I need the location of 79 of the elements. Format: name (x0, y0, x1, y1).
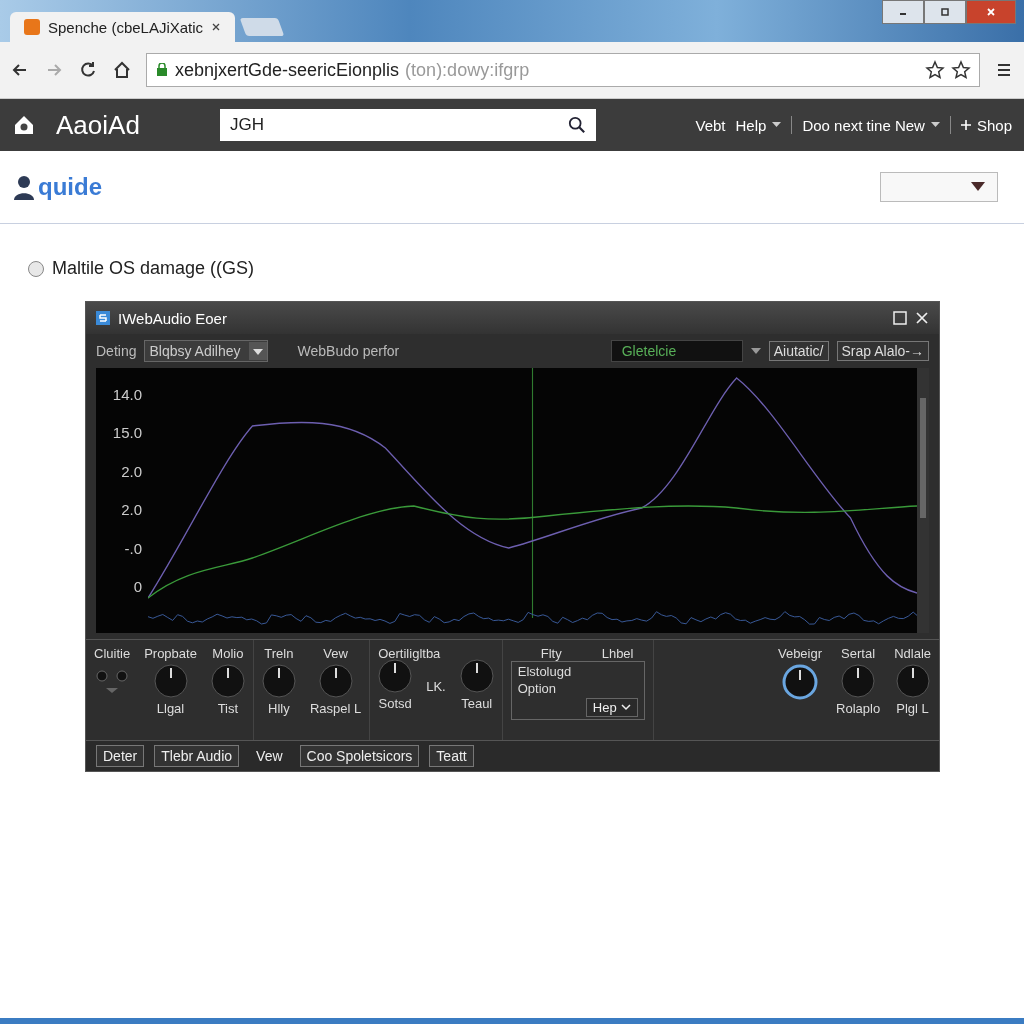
toolbar-button[interactable]: Srap Alalo-→ (836, 341, 929, 361)
preset-select[interactable]: Blqbsy Adilhey (144, 340, 268, 362)
search-field[interactable]: JGH (220, 109, 596, 141)
minimize-button[interactable] (882, 0, 924, 24)
knob-value: Raspel L (309, 701, 362, 716)
site-logo[interactable]: AaoiAd (56, 109, 206, 141)
radio-label: Maltile OS damage ((GS) (52, 258, 255, 279)
knob-value: Tist (217, 701, 239, 716)
help-button[interactable]: Hep (585, 698, 638, 717)
knob-value: Llgal (156, 701, 185, 716)
nav-label: Shop (976, 116, 1012, 134)
tab-title: Spenche (cbeLAJiXatic (48, 18, 204, 36)
reload-icon[interactable] (78, 60, 98, 80)
favicon-icon (24, 19, 40, 35)
axis-label: 0 (133, 577, 142, 595)
site-logo[interactable]: quide (38, 173, 102, 201)
knob-label: Sertal (841, 646, 876, 661)
knob-value: Hlly (268, 701, 290, 716)
home-icon[interactable] (112, 60, 132, 80)
close-button[interactable] (966, 0, 1016, 24)
caret-icon[interactable] (750, 347, 761, 355)
star-icon[interactable] (925, 60, 945, 80)
tab[interactable]: Coo Spoletsicors (299, 745, 420, 767)
nav-link[interactable]: Help (735, 116, 782, 134)
knob-label: LK. (426, 679, 446, 694)
knob-label: Vebeigr (777, 646, 823, 661)
search-icon[interactable] (568, 116, 586, 134)
address-bar[interactable]: xebnjxertGde-seericEionplis (ton):dowy:ifgrp (146, 53, 980, 87)
knob-value: Teaul (461, 696, 493, 711)
close-icon (986, 7, 996, 17)
panel-label: Flty (540, 646, 562, 661)
close-icon[interactable] (915, 311, 929, 325)
nav-link[interactable]: Shop (960, 116, 1012, 134)
caret-icon (971, 182, 985, 192)
tab[interactable]: Tlebr Audio (154, 745, 240, 767)
option-item[interactable]: Option (517, 681, 638, 696)
knob-label: Treln (264, 646, 294, 661)
maximize-icon (940, 7, 950, 17)
house-icon[interactable] (12, 113, 36, 137)
caret-icon (252, 349, 263, 356)
new-tab-button[interactable] (239, 18, 285, 36)
tab[interactable]: Deter (96, 745, 145, 767)
nav-link[interactable]: Vebt (695, 116, 726, 134)
star-icon[interactable] (951, 60, 971, 80)
axis-label: 2.0 (121, 462, 142, 480)
knob-label: Vew (323, 646, 348, 661)
window-title: IWebAudio Eoer (118, 309, 227, 327)
knob-label: Propbate (144, 646, 197, 661)
cursor-line[interactable] (531, 368, 534, 619)
browser-tab[interactable]: Spenche (cbeLAJiXatic (10, 12, 236, 42)
knob-label: Ndlale (894, 646, 931, 661)
radio-button[interactable] (28, 260, 44, 277)
lock-icon (155, 63, 169, 77)
caret-icon (620, 704, 631, 711)
knob-label: Cluitie (94, 646, 131, 661)
maximize-icon[interactable] (893, 311, 907, 325)
app-icon (96, 311, 110, 325)
option-item[interactable]: Elstolugd (517, 664, 638, 679)
person-icon (12, 174, 36, 200)
toolbar-button[interactable]: Aiutatic/ (768, 341, 829, 361)
axis-label: 14.0 (112, 386, 142, 403)
scrollbar[interactable] (917, 368, 929, 633)
maximize-button[interactable] (924, 0, 966, 24)
toolbar-label: Deting (96, 343, 137, 359)
knob-label: Molio (212, 646, 244, 661)
axis-label: 15.0 (112, 424, 142, 442)
tab[interactable]: Teatt (429, 745, 474, 767)
panel-label: Lhbel (601, 646, 634, 661)
close-icon[interactable] (211, 22, 222, 32)
toolbar-label: WebBudo perfor (297, 343, 400, 359)
axis-label: 2.0 (121, 501, 142, 519)
axis-label: -.0 (124, 539, 142, 557)
knob-value: Rolaplo (836, 701, 881, 716)
knob-value: Sotsd (378, 696, 412, 711)
knob[interactable] (782, 664, 818, 700)
status-field: Gletelcie (610, 340, 743, 362)
nav-label: Help (735, 116, 767, 134)
knob-value: Plgl L (896, 701, 929, 716)
section-label: Oertiligltba (378, 646, 442, 661)
